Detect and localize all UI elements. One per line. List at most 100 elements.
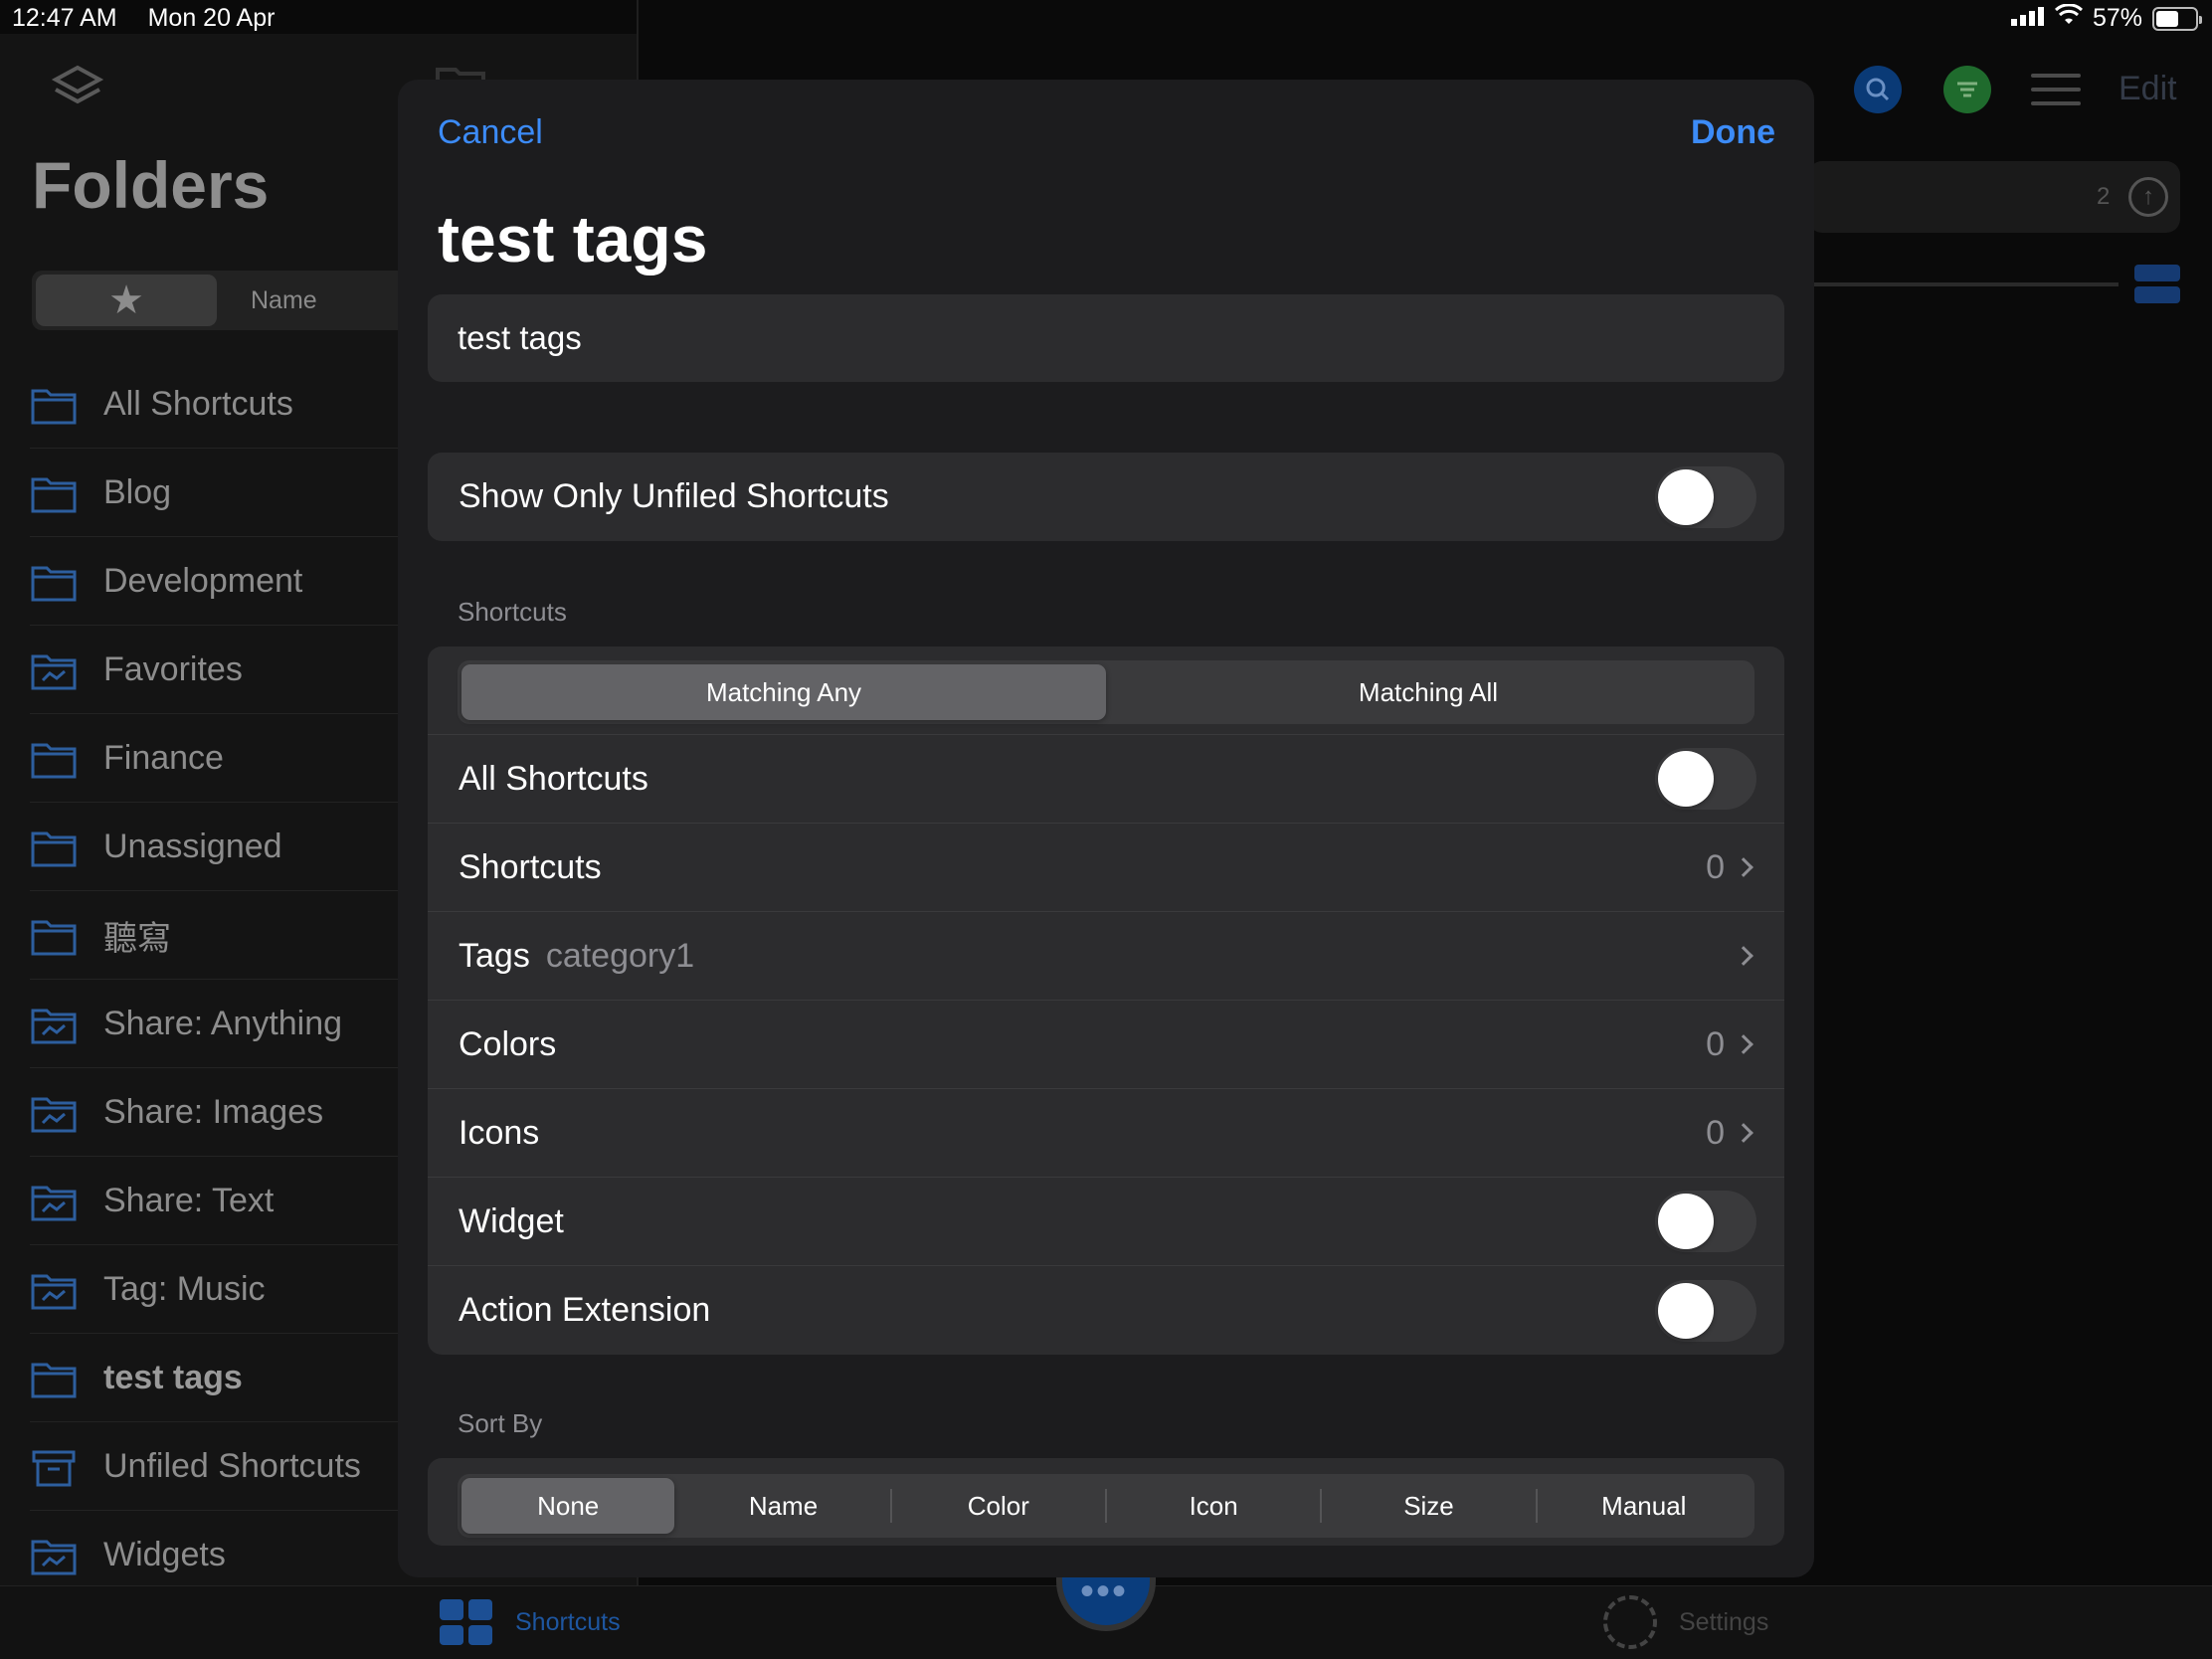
sort-group: None Name Color Icon Size Manual (428, 1458, 1784, 1546)
all-shortcuts-row: All Shortcuts (428, 735, 1784, 824)
smart-folder-icon (30, 651, 78, 690)
signal-icon (2010, 4, 2045, 33)
background-progress (1810, 282, 2119, 286)
show-unfiled-label: Show Only Unfiled Shortcuts (459, 477, 889, 515)
sidebar-folder-label: Finance (103, 738, 224, 777)
smart-folder-icon (30, 1271, 78, 1310)
folder-icon (30, 386, 78, 425)
colors-row[interactable]: Colors 0 (428, 1001, 1784, 1089)
grid-icon[interactable] (440, 1599, 493, 1645)
sort-name-segment[interactable]: Name (251, 286, 317, 315)
tab-settings[interactable]: Settings (1679, 1608, 1768, 1637)
folder-name-field[interactable] (428, 294, 1784, 382)
smart-folder-icon (30, 1183, 78, 1221)
sheet-title: test tags (438, 202, 708, 276)
segment-matching-all[interactable]: Matching All (1106, 664, 1751, 720)
smart-folder-icon (30, 1094, 78, 1133)
sidebar-folder-label: Development (103, 561, 303, 600)
chevron-right-icon (1734, 857, 1753, 877)
search-icon[interactable] (1854, 66, 1902, 113)
wifi-icon (2054, 3, 2083, 33)
sidebar-folder-label: Share: Text (103, 1181, 275, 1219)
all-shortcuts-label: All Shortcuts (459, 759, 648, 798)
sidebar-folder-label: Tag: Music (103, 1269, 266, 1308)
sidebar-folder-item[interactable]: Unfiled Shortcuts (30, 1422, 398, 1511)
sidebar-folder-label: All Shortcuts (103, 384, 293, 423)
sort-segment-icon[interactable]: Icon (1107, 1478, 1320, 1534)
match-segmented-control: Matching Any Matching All (458, 660, 1754, 724)
widget-toggle[interactable] (1655, 1191, 1756, 1252)
shortcuts-group: Matching Any Matching All All Shortcuts … (428, 646, 1784, 1355)
shortcuts-label: Shortcuts (459, 847, 602, 886)
segment-matching-any[interactable]: Matching Any (461, 664, 1106, 720)
shortcuts-section-header: Shortcuts (458, 597, 567, 627)
sidebar-folder-label: Widgets (103, 1535, 226, 1573)
arrow-up-icon[interactable]: ↑ (2128, 177, 2168, 217)
icons-row[interactable]: Icons 0 (428, 1089, 1784, 1178)
sort-segment-name[interactable]: Name (676, 1478, 889, 1534)
shortcuts-count: 0 (1706, 847, 1725, 886)
sidebar-folder-label: Share: Anything (103, 1004, 343, 1042)
edit-button[interactable]: Edit (2119, 70, 2177, 108)
chevron-right-icon (1734, 1123, 1753, 1143)
match-row: Matching Any Matching All (428, 646, 1784, 735)
folder-icon (30, 917, 78, 956)
sort-segment-manual[interactable]: Manual (1538, 1478, 1751, 1534)
sidebar-folder-item[interactable]: Share: Text (30, 1157, 398, 1245)
unfiled-group: Show Only Unfiled Shortcuts (428, 453, 1784, 541)
show-unfiled-toggle[interactable] (1655, 465, 1756, 528)
tags-row[interactable]: Tags category1 (428, 912, 1784, 1001)
sidebar-folder-label: test tags (103, 1358, 243, 1396)
sidebar-folder-label: Favorites (103, 649, 243, 688)
sidebar-folder-item[interactable]: test tags (30, 1334, 398, 1422)
action-extension-label: Action Extension (459, 1291, 711, 1329)
widget-label: Widget (459, 1201, 564, 1240)
sidebar-folder-item[interactable]: Finance (30, 714, 398, 803)
sidebar-folder-item[interactable]: Blog (30, 449, 398, 537)
folder-icon (30, 829, 78, 867)
folder-icon (30, 1360, 78, 1398)
tags-label: Tags (459, 936, 530, 975)
folder-icon (30, 474, 78, 513)
sidebar-folder-label: Share: Images (103, 1092, 324, 1131)
colors-count: 0 (1706, 1024, 1725, 1063)
battery-icon (2152, 6, 2202, 31)
sidebar-folder-item[interactable]: Share: Images (30, 1068, 398, 1157)
star-icon[interactable]: ★ (36, 275, 217, 326)
folder-list: All Shortcuts Blog Development Favorites Fin… (30, 360, 398, 1599)
filter-icon[interactable] (1943, 66, 1991, 113)
status-time: 12:47 AM (12, 4, 117, 32)
sidebar-title: Folders (32, 148, 270, 222)
shortcuts-row[interactable]: Shortcuts 0 (428, 824, 1784, 912)
list-layout-icon[interactable] (2134, 265, 2180, 304)
tags-value: category1 (545, 936, 695, 975)
icons-count: 0 (1706, 1113, 1725, 1152)
show-unfiled-row: Show Only Unfiled Shortcuts (428, 453, 1784, 541)
done-button[interactable]: Done (1691, 113, 1775, 152)
sort-segment-size[interactable]: Size (1322, 1478, 1535, 1534)
menu-icon[interactable] (2031, 74, 2081, 107)
sidebar-folder-item[interactable]: All Shortcuts (30, 360, 398, 449)
layers-icon[interactable] (50, 62, 105, 122)
archive-icon (30, 1448, 78, 1487)
sort-segment-color[interactable]: Color (892, 1478, 1105, 1534)
sidebar-folder-item[interactable]: Tag: Music (30, 1245, 398, 1334)
tab-shortcuts[interactable]: Shortcuts (515, 1608, 621, 1637)
icons-label: Icons (459, 1113, 540, 1152)
sidebar-folder-item[interactable]: Unassigned (30, 803, 398, 891)
cancel-button[interactable]: Cancel (438, 113, 543, 152)
sidebar-folder-item[interactable]: Development (30, 537, 398, 626)
all-shortcuts-toggle[interactable] (1655, 748, 1756, 810)
status-bar-left: 12:47 AM Mon 20 Apr (12, 4, 298, 33)
battery-percent: 57% (2092, 4, 2142, 32)
status-date: Mon 20 Apr (147, 4, 276, 32)
sort-segment-none[interactable]: None (461, 1478, 675, 1534)
action-extension-toggle[interactable] (1655, 1279, 1756, 1342)
sidebar-folder-item[interactable]: Favorites (30, 626, 398, 714)
sort-segmented-control: None Name Color Icon Size Manual (458, 1474, 1754, 1538)
folder-icon (30, 740, 78, 779)
folder-icon (30, 563, 78, 602)
sidebar-folder-item[interactable]: Share: Anything (30, 980, 398, 1068)
sidebar-folder-item[interactable]: 聽寫 (30, 891, 398, 980)
gear-icon[interactable] (1603, 1595, 1657, 1649)
